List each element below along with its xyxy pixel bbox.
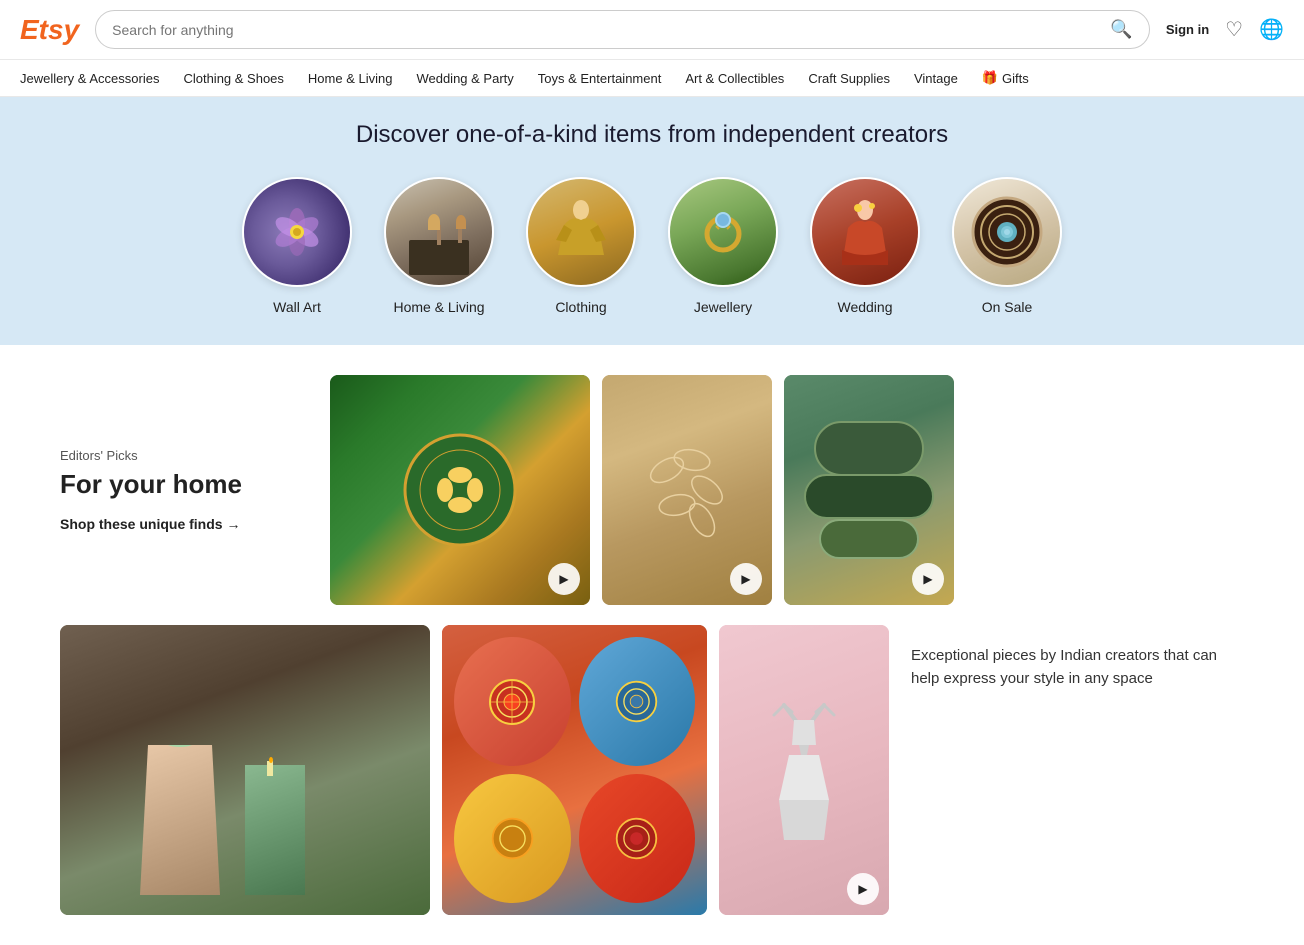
editors-grid: ▶ ▶	[330, 375, 1244, 605]
nav-item-gifts[interactable]: 🎁 Gifts	[982, 70, 1029, 86]
search-icon-button[interactable]: 🔍	[1110, 19, 1132, 40]
sign-in-link[interactable]: Sign in	[1166, 22, 1209, 37]
category-circle-clothing	[526, 177, 636, 287]
product-pattachitra[interactable]: ▶	[330, 375, 590, 605]
editors-picks-label: Editors' Picks	[60, 448, 310, 463]
category-label-wall-art: Wall Art	[273, 299, 321, 315]
category-circle-home	[384, 177, 494, 287]
nav-item-toys[interactable]: Toys & Entertainment	[538, 71, 662, 86]
plate-illustration	[967, 192, 1047, 272]
wedding-illustration	[838, 200, 893, 265]
main-nav: Jewellery & Accessories Clothing & Shoes…	[0, 60, 1304, 97]
mandala-3	[490, 816, 535, 861]
category-label-home: Home & Living	[393, 299, 484, 315]
product-trays[interactable]: ▶	[784, 375, 954, 605]
product-vase-candle[interactable]	[60, 625, 430, 915]
deer-sculpture	[764, 700, 844, 840]
category-circle-wall-art	[242, 177, 352, 287]
category-label-wedding: Wedding	[837, 299, 892, 315]
category-wall-art[interactable]: Wall Art	[242, 177, 352, 315]
category-circle-onsale	[952, 177, 1062, 287]
category-clothing[interactable]: Clothing	[526, 177, 636, 315]
play-button-4[interactable]: ▶	[847, 873, 879, 905]
hero-headline: Discover one-of-a-kind items from indepe…	[20, 121, 1284, 149]
nav-item-vintage[interactable]: Vintage	[914, 71, 958, 86]
etsy-logo[interactable]: Etsy	[20, 14, 79, 46]
clothing-illustration	[554, 200, 609, 265]
shop-link[interactable]: Shop these unique finds →	[60, 516, 310, 532]
leaves-art	[637, 430, 737, 550]
category-circle-jewellery	[668, 177, 778, 287]
category-label-jewellery: Jewellery	[694, 299, 752, 315]
categories-row: Wall Art Home & Living	[20, 177, 1284, 315]
play-button-1[interactable]: ▶	[548, 563, 580, 595]
editors-picks-section: Editors' Picks For your home Shop these …	[0, 345, 1304, 625]
mandala-1	[487, 677, 537, 727]
product-leaves[interactable]: ▶	[602, 375, 772, 605]
category-wedding[interactable]: Wedding	[810, 177, 920, 315]
category-jewellery[interactable]: Jewellery	[668, 177, 778, 315]
header-actions: Sign in ♡ 🌐	[1166, 17, 1284, 42]
product-mandala-boxes[interactable]	[442, 625, 707, 915]
nav-item-jewellery[interactable]: Jewellery & Accessories	[20, 71, 159, 86]
description-box: Exceptional pieces by Indian creators th…	[901, 625, 1244, 710]
ring-illustration	[693, 202, 753, 262]
flower-illustration	[267, 202, 327, 262]
category-label-onsale: On Sale	[982, 299, 1033, 315]
category-circle-wedding	[810, 177, 920, 287]
nav-item-craft[interactable]: Craft Supplies	[808, 71, 890, 86]
editors-picks-heading: For your home	[60, 469, 310, 500]
category-label-clothing: Clothing	[555, 299, 606, 315]
pattachitra-art	[400, 430, 520, 550]
description-text: Exceptional pieces by Indian creators th…	[911, 645, 1234, 690]
nav-item-home[interactable]: Home & Living	[308, 71, 393, 86]
header: Etsy 🔍 Sign in ♡ 🌐	[0, 0, 1304, 60]
editors-left-panel: Editors' Picks For your home Shop these …	[60, 375, 310, 605]
product-deer-sculpture[interactable]: ▶	[719, 625, 889, 915]
gift-icon: 🎁	[982, 70, 998, 86]
nav-item-wedding[interactable]: Wedding & Party	[416, 71, 513, 86]
nav-item-art[interactable]: Art & Collectibles	[685, 71, 784, 86]
search-bar: 🔍	[95, 10, 1150, 49]
play-button-2[interactable]: ▶	[730, 563, 762, 595]
nav-item-clothing[interactable]: Clothing & Shoes	[183, 71, 283, 86]
second-products-row: ▶ Exceptional pieces by Indian creators …	[0, 625, 1304, 945]
cart-icon-button[interactable]: 🌐	[1259, 17, 1284, 42]
hero-banner: Discover one-of-a-kind items from indepe…	[0, 97, 1304, 345]
mandala-4	[614, 816, 659, 861]
category-on-sale[interactable]: On Sale	[952, 177, 1062, 315]
mandala-2	[614, 679, 659, 724]
search-input[interactable]	[112, 22, 1110, 38]
play-button-3[interactable]: ▶	[912, 563, 944, 595]
wishlist-icon-button[interactable]: ♡	[1225, 17, 1243, 42]
category-home-living[interactable]: Home & Living	[384, 177, 494, 315]
